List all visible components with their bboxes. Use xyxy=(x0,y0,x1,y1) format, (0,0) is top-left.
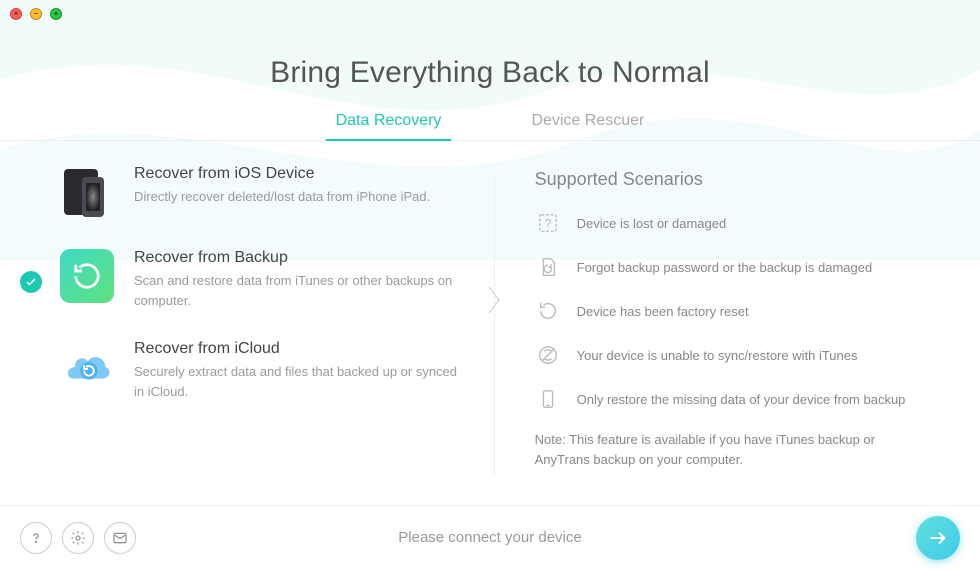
option-text: Recover from iCloud Securely extract dat… xyxy=(134,340,465,401)
window-minimize-button[interactable]: − xyxy=(30,8,42,20)
check-icon xyxy=(20,271,42,293)
icloud-icon xyxy=(60,340,114,394)
scenarios-panel: Supported Scenarios ? Device is lost or … xyxy=(495,165,920,505)
scenario-label: Device has been factory reset xyxy=(577,304,749,319)
option-desc: Scan and restore data from iTunes or oth… xyxy=(134,271,465,310)
scenario-item: Device has been factory reset xyxy=(535,298,920,324)
ios-device-icon xyxy=(60,165,114,219)
option-recover-backup[interactable]: Recover from Backup Scan and restore dat… xyxy=(60,249,465,310)
question-box-icon: ? xyxy=(535,210,561,236)
option-recover-ios-device[interactable]: Recover from iOS Device Directly recover… xyxy=(60,165,465,219)
next-button[interactable] xyxy=(916,516,960,560)
option-title: Recover from iOS Device xyxy=(134,165,430,183)
main-body: Recover from iOS Device Directly recover… xyxy=(0,141,980,505)
option-desc: Securely extract data and files that bac… xyxy=(134,362,465,401)
status-text: Please connect your device xyxy=(0,529,980,546)
sync-disabled-icon xyxy=(535,342,561,368)
scenarios-heading: Supported Scenarios xyxy=(535,169,920,190)
footer-left xyxy=(20,522,136,554)
backup-icon xyxy=(60,249,114,303)
option-title: Recover from iCloud xyxy=(134,340,465,358)
app-window: × − + Bring Everything Back to Normal Da… xyxy=(0,0,980,569)
titlebar: × − + xyxy=(0,0,980,28)
footer: Please connect your device xyxy=(0,505,980,569)
phone-restore-icon xyxy=(535,386,561,412)
scenario-label: Forgot backup password or the backup is … xyxy=(577,260,873,275)
tab-device-rescuer[interactable]: Device Rescuer xyxy=(531,112,644,140)
help-button[interactable] xyxy=(20,522,52,554)
scenario-item: Only restore the missing data of your de… xyxy=(535,386,920,412)
scenario-item: Forgot backup password or the backup is … xyxy=(535,254,920,280)
scenario-item: Your device is unable to sync/restore wi… xyxy=(535,342,920,368)
options-panel: Recover from iOS Device Directly recover… xyxy=(60,165,495,505)
option-text: Recover from Backup Scan and restore dat… xyxy=(134,249,465,310)
svg-text:?: ? xyxy=(544,217,551,231)
option-desc: Directly recover deleted/lost data from … xyxy=(134,187,430,207)
scenario-item: ? Device is lost or damaged xyxy=(535,210,920,236)
window-maximize-button[interactable]: + xyxy=(50,8,62,20)
scenario-label: Only restore the missing data of your de… xyxy=(577,392,906,407)
tab-data-recovery[interactable]: Data Recovery xyxy=(336,112,442,140)
option-text: Recover from iOS Device Directly recover… xyxy=(134,165,430,207)
reset-icon xyxy=(535,298,561,324)
feedback-button[interactable] xyxy=(104,522,136,554)
scenarios-note: Note: This feature is available if you h… xyxy=(535,430,920,469)
file-refresh-icon xyxy=(535,254,561,280)
page-title: Bring Everything Back to Normal xyxy=(0,56,980,90)
scenario-label: Device is lost or damaged xyxy=(577,216,727,231)
scenario-label: Your device is unable to sync/restore wi… xyxy=(577,348,858,363)
chevron-right-icon xyxy=(487,285,503,315)
vertical-divider xyxy=(494,175,495,475)
option-recover-icloud[interactable]: Recover from iCloud Securely extract dat… xyxy=(60,340,465,401)
tabs: Data Recovery Device Rescuer xyxy=(0,112,980,141)
settings-button[interactable] xyxy=(62,522,94,554)
window-close-button[interactable]: × xyxy=(10,8,22,20)
option-title: Recover from Backup xyxy=(134,249,465,267)
